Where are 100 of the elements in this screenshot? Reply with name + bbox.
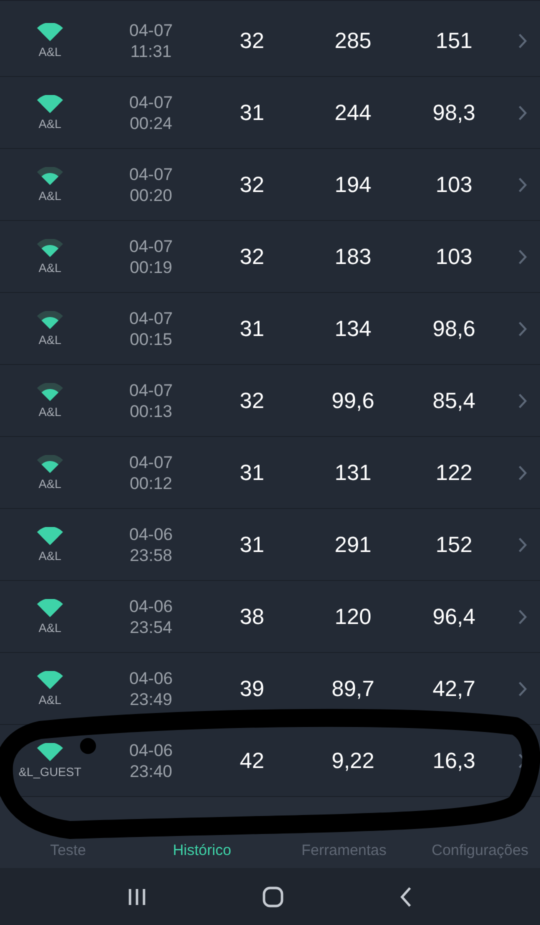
history-row[interactable]: A&L 04-07 00:15 31 134 98,6	[0, 293, 540, 365]
wifi-icon	[37, 310, 63, 328]
wifi-icon	[37, 598, 63, 616]
test-time: 23:49	[130, 688, 172, 710]
wifi-icon	[37, 742, 63, 760]
test-date: 04-07	[129, 236, 173, 256]
network-name: A&L	[38, 476, 62, 490]
upload-value: 96,4	[432, 604, 476, 630]
back-icon[interactable]	[398, 886, 413, 908]
download-value: 120	[334, 604, 372, 630]
test-time: 00:20	[130, 184, 172, 206]
ping-value: 31	[238, 316, 266, 342]
download-value: 291	[334, 532, 372, 558]
recent-apps-icon[interactable]	[127, 886, 148, 907]
download-value: 89,7	[330, 676, 376, 702]
history-row[interactable]: A&L 04-07 00:20 32 194 103	[0, 149, 540, 221]
upload-value: 42,7	[432, 676, 476, 702]
network-name: A&L	[38, 332, 62, 346]
ping-value: 32	[238, 172, 266, 198]
upload-value: 103	[434, 244, 474, 270]
upload-value: 151	[434, 28, 474, 54]
history-row[interactable]: A&L 04-06 23:58 31 291 152	[0, 509, 540, 581]
network-name: A&L	[38, 548, 62, 562]
chevron-icon	[518, 176, 526, 192]
test-date: 04-07	[129, 20, 173, 40]
chevron-icon	[518, 608, 526, 624]
test-time: 00:13	[130, 400, 172, 422]
download-value: 285	[334, 28, 372, 54]
wifi-icon	[37, 238, 63, 256]
test-date: 04-07	[129, 92, 173, 112]
test-time: 00:15	[130, 328, 172, 350]
ping-value: 31	[238, 532, 266, 558]
download-value: 244	[334, 100, 372, 126]
test-time: 11:31	[130, 40, 172, 62]
chevron-icon	[518, 248, 526, 264]
upload-value: 98,3	[432, 100, 476, 126]
ping-value: 31	[238, 460, 266, 486]
test-time: 23:58	[130, 544, 172, 566]
ping-value: 32	[238, 244, 266, 270]
download-value: 134	[334, 316, 372, 342]
upload-value: 122	[434, 460, 474, 486]
ping-value: 32	[238, 28, 266, 54]
home-icon[interactable]	[262, 886, 284, 908]
test-date: 04-07	[129, 452, 173, 472]
wifi-icon	[37, 94, 63, 112]
network-name: A&L	[38, 188, 62, 202]
history-row[interactable]: A&L 04-07 00:13 32 99,6 85,4	[0, 365, 540, 437]
network-name: A&L	[38, 260, 62, 274]
wifi-icon	[37, 382, 63, 400]
wifi-icon	[37, 526, 63, 544]
test-date: 04-06	[129, 668, 173, 688]
upload-value: 103	[434, 172, 474, 198]
chevron-icon	[518, 104, 526, 120]
test-date: 04-06	[129, 740, 173, 760]
upload-value: 152	[434, 532, 474, 558]
download-value: 99,6	[330, 388, 376, 414]
chevron-icon	[518, 392, 526, 408]
ping-value: 38	[238, 604, 266, 630]
nav-tab[interactable]: Histórico	[172, 842, 232, 860]
test-time: 00:24	[130, 112, 172, 134]
download-value: 183	[334, 244, 372, 270]
history-row[interactable]: A&L 04-07 11:31 32 285 151	[0, 5, 540, 77]
download-value: 131	[334, 460, 372, 486]
upload-value: 16,3	[432, 748, 476, 774]
test-time: 00:19	[130, 256, 172, 278]
upload-value: 98,6	[432, 316, 476, 342]
test-date: 04-06	[129, 524, 173, 544]
ping-value: 32	[238, 388, 266, 414]
test-date: 04-07	[129, 380, 173, 400]
test-date: 04-06	[129, 596, 173, 616]
network-name: &L_GUEST	[18, 764, 82, 778]
chevron-icon	[518, 680, 526, 696]
history-row[interactable]: A&L 04-06 23:54 38 120 96,4	[0, 581, 540, 653]
network-name: A&L	[38, 116, 62, 130]
wifi-icon	[37, 454, 63, 472]
download-value: 194	[334, 172, 372, 198]
history-row[interactable]: A&L 04-07 00:19 32 183 103	[0, 221, 540, 293]
chevron-icon	[518, 320, 526, 336]
ping-value: 42	[238, 748, 266, 774]
ping-value: 31	[238, 100, 266, 126]
chevron-icon	[518, 464, 526, 480]
network-name: A&L	[38, 692, 62, 706]
test-time: 23:40	[130, 760, 172, 782]
network-name: A&L	[38, 404, 62, 418]
wifi-icon	[37, 22, 63, 40]
wifi-icon	[37, 166, 63, 184]
history-row[interactable]: A&L 04-06 23:49 39 89,7 42,7	[0, 653, 540, 725]
history-row[interactable]: A&L 04-07 00:24 31 244 98,3	[0, 77, 540, 149]
chevron-icon	[518, 32, 526, 48]
chevron-icon	[518, 536, 526, 552]
ping-value: 39	[238, 676, 266, 702]
download-value: 9,22	[330, 748, 376, 774]
upload-value: 85,4	[432, 388, 476, 414]
history-row[interactable]: A&L 04-07 00:12 31 131 122	[0, 437, 540, 509]
test-date: 04-07	[129, 308, 173, 328]
network-name: A&L	[38, 44, 62, 58]
network-name: A&L	[38, 620, 62, 634]
test-date: 04-07	[129, 164, 173, 184]
test-time: 23:54	[130, 616, 172, 638]
test-time: 00:12	[130, 472, 172, 494]
